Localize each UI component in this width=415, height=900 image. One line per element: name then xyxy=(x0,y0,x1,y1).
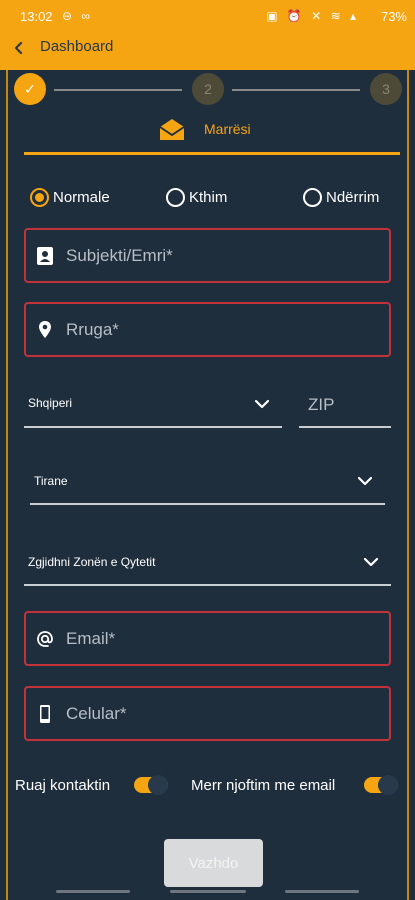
location-pin-icon xyxy=(39,321,51,338)
toggle-thumb xyxy=(148,775,168,795)
app-bar: Dashboard xyxy=(0,32,415,70)
city-select[interactable]: Tirane xyxy=(30,462,385,505)
zone-select-value: Zgjidhni Zonën e Qytetit xyxy=(28,555,156,569)
status-bar: 13:02 ⊖ ∞ ▣ ⏰ ✕ ≋ ▴ 73% xyxy=(0,0,415,32)
radio-selected-indicator xyxy=(30,187,49,207)
stepper-connector xyxy=(232,89,360,91)
email-notification-toggle[interactable] xyxy=(364,775,398,795)
radio-label: Normale xyxy=(53,188,110,206)
section-underline xyxy=(24,152,400,155)
battery-level: 73% xyxy=(380,9,407,24)
section-title: Marrësi xyxy=(204,121,251,137)
mobile-phone-icon xyxy=(40,705,50,723)
radio-indicator xyxy=(166,187,185,207)
step-2: 2 xyxy=(192,73,224,105)
email-field[interactable]: Email* xyxy=(24,611,391,666)
at-sign-icon xyxy=(37,631,53,647)
country-select[interactable]: Shqiperi xyxy=(24,384,282,428)
chevron-down-icon xyxy=(254,399,270,409)
envelope-open-icon xyxy=(159,119,185,140)
zip-field-placeholder: ZIP xyxy=(308,395,335,414)
contact-card-icon xyxy=(37,247,53,265)
zip-field[interactable]: ZIP xyxy=(299,384,391,428)
nav-hint-bar xyxy=(170,890,246,893)
radio-label: Kthim xyxy=(189,188,228,206)
street-field-placeholder: Rruga* xyxy=(66,320,119,339)
continue-button[interactable]: Vazhdo xyxy=(164,839,263,887)
nav-hint-bar xyxy=(285,890,359,893)
email-notification-label: Merr njoftim me email xyxy=(191,777,336,794)
zone-select[interactable]: Zgjidhni Zonën e Qytetit xyxy=(24,542,391,586)
save-contact-label: Ruaj kontaktin xyxy=(15,777,111,794)
system-status-icons: ▣ ⏰ ✕ ≋ ▴ xyxy=(266,9,359,23)
name-field[interactable]: Subjekti/Emri* xyxy=(24,228,391,283)
stepper-connector xyxy=(54,89,182,91)
page-title[interactable]: Dashboard xyxy=(40,38,113,55)
name-field-placeholder: Subjekti/Emri* xyxy=(66,246,173,265)
save-contact-toggle[interactable] xyxy=(134,775,168,795)
status-time: 13:02 xyxy=(20,9,53,24)
country-select-value: Shqiperi xyxy=(28,396,73,410)
street-field[interactable]: Rruga* xyxy=(24,302,391,357)
step-3: 3 xyxy=(370,73,402,105)
radio-normale[interactable]: Normale xyxy=(30,186,110,208)
notification-icons: ⊖ ∞ xyxy=(62,9,93,23)
email-field-placeholder: Email* xyxy=(66,629,116,648)
radio-label: Ndërrim xyxy=(326,188,380,206)
phone-field-placeholder: Celular* xyxy=(66,704,127,723)
chevron-down-icon xyxy=(363,557,379,567)
radio-indicator xyxy=(303,187,322,207)
radio-kthim[interactable]: Kthim xyxy=(166,186,227,208)
chevron-down-icon xyxy=(357,476,373,486)
toggle-thumb xyxy=(378,775,398,795)
chevron-left-icon[interactable] xyxy=(9,35,29,61)
step-1-complete: ✓ xyxy=(14,73,46,105)
phone-field[interactable]: Celular* xyxy=(24,686,391,741)
city-select-value: Tirane xyxy=(34,474,68,488)
nav-hint-bar xyxy=(56,890,130,893)
radio-nderrim[interactable]: Ndërrim xyxy=(303,186,379,208)
